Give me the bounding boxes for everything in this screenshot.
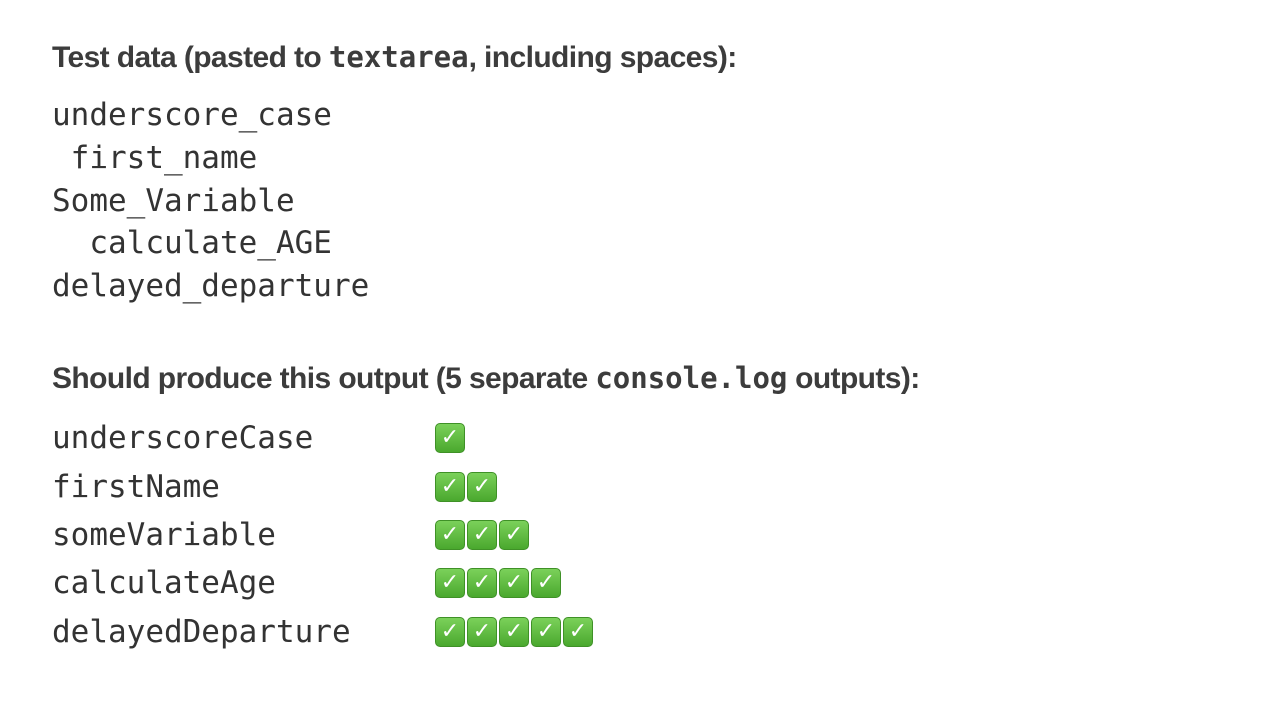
output-row: underscoreCase ✓ [52, 414, 595, 462]
heading-text-suffix: outputs): [787, 362, 920, 395]
check-mark-icon: ✓ [435, 616, 465, 647]
heading-code-textarea: textarea [328, 40, 469, 74]
check-mark-icon: ✓ [499, 519, 529, 550]
input-line: first_name [52, 139, 258, 176]
check-mark-icon: ✓ [531, 616, 561, 647]
output-name: someVariable [52, 516, 276, 553]
output-row: calculateAge ✓ ✓ ✓ ✓ [52, 559, 595, 607]
output-row: someVariable ✓ ✓ ✓ [52, 511, 595, 559]
check-mark-icon: ✓ [467, 471, 497, 502]
check-marks: ✓ ✓ ✓ ✓ [435, 568, 563, 599]
check-mark-icon: ✓ [467, 519, 497, 550]
check-mark-icon: ✓ [467, 568, 497, 599]
input-line: Some_Variable [52, 182, 295, 219]
heading-text-suffix: , including spaces): [468, 41, 738, 74]
check-mark-icon: ✓ [563, 616, 593, 647]
check-mark-icon: ✓ [435, 423, 465, 454]
check-marks: ✓ [435, 423, 467, 454]
heading-code-console-log: console.log [595, 361, 788, 395]
check-mark-icon: ✓ [435, 471, 465, 502]
input-line: calculate_AGE [52, 225, 332, 262]
output-row: firstName ✓ ✓ [52, 462, 595, 510]
check-mark-icon: ✓ [435, 519, 465, 550]
check-mark-icon: ✓ [499, 616, 529, 647]
test-data-heading: Test data (pasted to textarea, including… [52, 40, 737, 75]
check-marks: ✓ ✓ ✓ ✓ ✓ [435, 616, 595, 647]
output-name: underscoreCase [52, 420, 314, 457]
heading-text-prefix: Should produce this output (5 separate [52, 362, 596, 395]
input-line: delayed_departure [52, 268, 370, 305]
expected-output-list: underscoreCase ✓ firstName ✓ ✓ someVariable ✓ ✓… [52, 414, 595, 656]
output-name: firstName [52, 468, 220, 505]
input-line: underscore_case [52, 97, 332, 133]
output-name: delayedDeparture [52, 613, 351, 650]
heading-text-prefix: Test data (pasted to [52, 41, 329, 74]
check-marks: ✓ ✓ ✓ [435, 519, 531, 550]
test-data-code-block: underscore_case first_name Some_Variable … [52, 94, 369, 308]
expected-output-heading: Should produce this output (5 separate c… [52, 361, 920, 396]
output-row: delayedDeparture ✓ ✓ ✓ ✓ ✓ [52, 608, 595, 656]
check-mark-icon: ✓ [467, 616, 497, 647]
check-mark-icon: ✓ [435, 568, 465, 599]
check-mark-icon: ✓ [531, 568, 561, 599]
output-name: calculateAge [52, 565, 276, 602]
check-marks: ✓ ✓ [435, 471, 499, 502]
check-mark-icon: ✓ [499, 568, 529, 599]
